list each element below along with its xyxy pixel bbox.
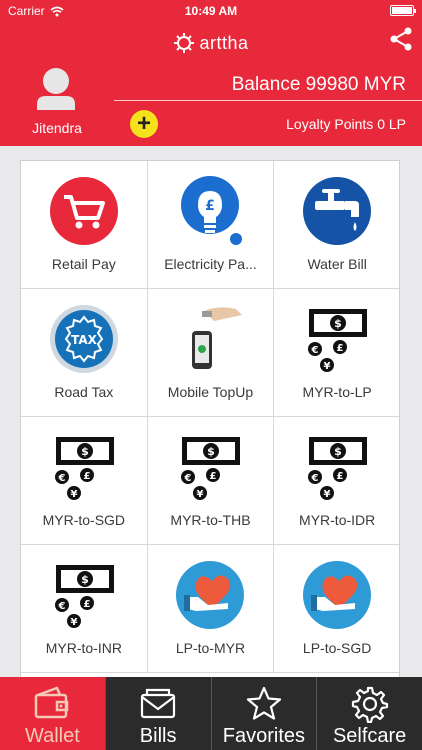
gear-icon bbox=[351, 685, 389, 724]
svg-text:$: $ bbox=[334, 317, 342, 330]
tab-label: Wallet bbox=[24, 725, 80, 747]
battery-icon bbox=[390, 5, 416, 16]
svg-text:$: $ bbox=[334, 445, 342, 458]
brand-logo: arttha bbox=[0, 32, 422, 54]
tab-favorites[interactable]: Favorites bbox=[212, 677, 318, 750]
loyalty-points: Loyalty Points 0 LP bbox=[286, 116, 406, 132]
service-label: MYR-to-THB bbox=[170, 512, 251, 528]
service-tile-lp-to-sgd[interactable]: LP-to-SGD bbox=[274, 545, 399, 673]
svg-text:€: € bbox=[311, 345, 319, 356]
service-tile-myr-to-idr[interactable]: $ € £ ¥ MYR-to-IDR bbox=[274, 417, 399, 545]
tab-label: Selfcare bbox=[332, 725, 407, 747]
service-label: MYR-to-SGD bbox=[42, 512, 126, 528]
tab-bar: Wallet Bills Favorites Selfcare bbox=[0, 677, 422, 750]
service-tile-electricity-pa[interactable]: £ Electricity Pa... bbox=[147, 161, 275, 289]
service-tile-lp-to-myr[interactable]: LP-to-MYR bbox=[147, 545, 275, 673]
service-tile-water-bill[interactable]: Water Bill bbox=[274, 161, 399, 289]
svg-text:€: € bbox=[57, 601, 65, 612]
tab-selfcare[interactable]: Selfcare bbox=[317, 677, 422, 750]
service-label: Retail Pay bbox=[51, 256, 116, 272]
tab-label: Bills bbox=[139, 725, 177, 747]
service-tile-myr-to-inr[interactable]: $ € £ ¥ MYR-to-INR bbox=[21, 545, 148, 673]
currency-exchange-icon: $ € £ ¥ bbox=[301, 303, 373, 375]
add-balance-button[interactable]: + bbox=[130, 110, 158, 138]
currency-exchange-icon: $ € £ ¥ bbox=[48, 431, 120, 503]
bulb-icon: £ bbox=[174, 175, 247, 247]
svg-text:$: $ bbox=[81, 445, 89, 458]
svg-text:€: € bbox=[184, 473, 192, 484]
tab-bills[interactable]: Bills bbox=[106, 677, 212, 750]
svg-text:£: £ bbox=[210, 471, 217, 482]
svg-text:¥: ¥ bbox=[324, 361, 331, 372]
service-label: MYR-to-LP bbox=[302, 384, 372, 400]
service-label: Electricity Pa... bbox=[164, 256, 257, 272]
service-label: Road Tax bbox=[54, 384, 114, 400]
cart-icon bbox=[48, 175, 120, 247]
svg-text:$: $ bbox=[208, 445, 216, 458]
svg-text:¥: ¥ bbox=[70, 489, 77, 500]
svg-text:£: £ bbox=[83, 471, 90, 482]
currency-exchange-icon: $ € £ ¥ bbox=[174, 431, 246, 503]
brand-name: arttha bbox=[199, 32, 249, 53]
services-grid: Retail Pay £ Electricity Pa... Water Bil… bbox=[20, 160, 400, 677]
heart-hand-icon bbox=[174, 559, 246, 631]
service-tile-myr-to-lp[interactable]: $ € £ ¥ MYR-to-LP bbox=[274, 289, 399, 417]
service-tile-road-tax[interactable]: TAX Road Tax bbox=[21, 289, 148, 417]
currency-exchange-icon: $ € £ ¥ bbox=[301, 431, 373, 503]
service-label: Water Bill bbox=[307, 256, 367, 272]
avatar-icon[interactable] bbox=[34, 66, 78, 110]
clock: 10:49 AM bbox=[184, 4, 238, 18]
header: arttha Jitendra Balance 99980 MYR + Loya… bbox=[0, 22, 422, 146]
service-label: Mobile TopUp bbox=[167, 384, 254, 400]
svg-text:¥: ¥ bbox=[70, 617, 77, 628]
status-bar: Carrier 10:49 AM bbox=[0, 0, 422, 22]
balance-text: Balance 99980 MYR bbox=[231, 74, 406, 95]
wallet-icon bbox=[33, 685, 71, 723]
tap-icon bbox=[301, 175, 373, 247]
svg-text:€: € bbox=[311, 473, 319, 484]
service-label: MYR-to-IDR bbox=[299, 512, 376, 528]
tax-icon: TAX bbox=[48, 303, 120, 375]
tab-wallet[interactable]: Wallet bbox=[0, 677, 106, 750]
svg-text:£: £ bbox=[83, 599, 90, 610]
svg-text:¥: ¥ bbox=[324, 489, 331, 500]
svg-text:€: € bbox=[57, 473, 65, 484]
currency-exchange-icon: $ € £ ¥ bbox=[48, 559, 120, 631]
phone-topup-icon bbox=[174, 303, 246, 375]
service-label: MYR-to-INR bbox=[45, 640, 122, 656]
service-label: LP-to-SGD bbox=[302, 640, 372, 656]
star-icon bbox=[245, 685, 283, 723]
svg-text:£: £ bbox=[337, 471, 344, 482]
svg-text:$: $ bbox=[81, 573, 89, 586]
svg-text:¥: ¥ bbox=[197, 489, 204, 500]
share-icon[interactable] bbox=[388, 26, 414, 52]
envelope-icon bbox=[139, 685, 177, 723]
service-label: LP-to-MYR bbox=[175, 640, 246, 656]
service-tile-myr-to-sgd[interactable]: $ € £ ¥ MYR-to-SGD bbox=[21, 417, 148, 545]
heart-hand-icon bbox=[301, 559, 373, 631]
header-divider bbox=[114, 100, 422, 101]
service-tile-retail-pay[interactable]: Retail Pay bbox=[21, 161, 148, 289]
svg-text:TAX: TAX bbox=[71, 333, 98, 347]
service-tile-mobile-topup[interactable]: Mobile TopUp bbox=[147, 289, 275, 417]
svg-text:£: £ bbox=[206, 198, 216, 214]
tab-label: Favorites bbox=[222, 725, 305, 747]
service-tile-myr-to-thb[interactable]: $ € £ ¥ MYR-to-THB bbox=[147, 417, 275, 545]
user-name: Jitendra bbox=[32, 120, 82, 136]
arttha-logo-icon bbox=[174, 33, 195, 53]
svg-text:£: £ bbox=[337, 343, 344, 354]
